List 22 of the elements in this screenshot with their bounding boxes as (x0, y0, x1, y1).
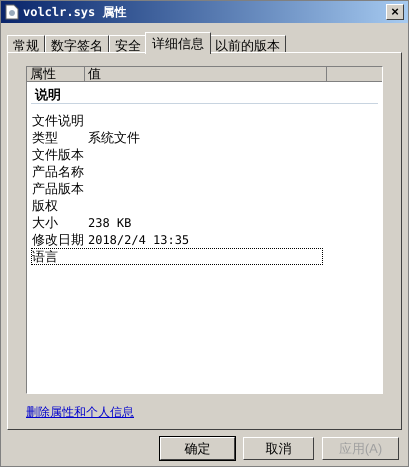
list-row[interactable]: 大小 238 KB (31, 214, 323, 231)
list-row[interactable]: 产品名称 (31, 163, 323, 180)
group-header: 说明 (35, 87, 61, 102)
list-row[interactable]: 文件版本 (31, 146, 323, 163)
file-icon (5, 4, 19, 20)
remove-properties-link[interactable]: 删除属性和个人信息 (26, 403, 134, 421)
list-row[interactable]: 类型 系统文件 (31, 129, 323, 146)
window-title: volclr.sys 属性 (23, 4, 126, 21)
list-row[interactable]: 语言 (31, 248, 323, 265)
list-row[interactable]: 修改日期 2018/2/4 13:35 (31, 231, 323, 248)
column-header[interactable]: 值 (85, 67, 327, 82)
list-row[interactable]: 文件说明 (31, 112, 323, 129)
tab[interactable]: 详细信息 (145, 32, 211, 54)
tab[interactable]: 数字签名 (45, 35, 109, 53)
tab[interactable]: 常规 (7, 35, 45, 53)
list-row[interactable]: 产品版本 (31, 180, 323, 197)
dialog-button[interactable]: 取消 (243, 437, 314, 460)
tab[interactable]: 以前的版本 (209, 35, 286, 53)
list-row[interactable]: 版权 (31, 197, 323, 214)
close-button[interactable]: × (386, 4, 404, 20)
dialog-button[interactable]: 确定 (160, 437, 235, 460)
column-header[interactable]: 属性 (27, 67, 85, 82)
